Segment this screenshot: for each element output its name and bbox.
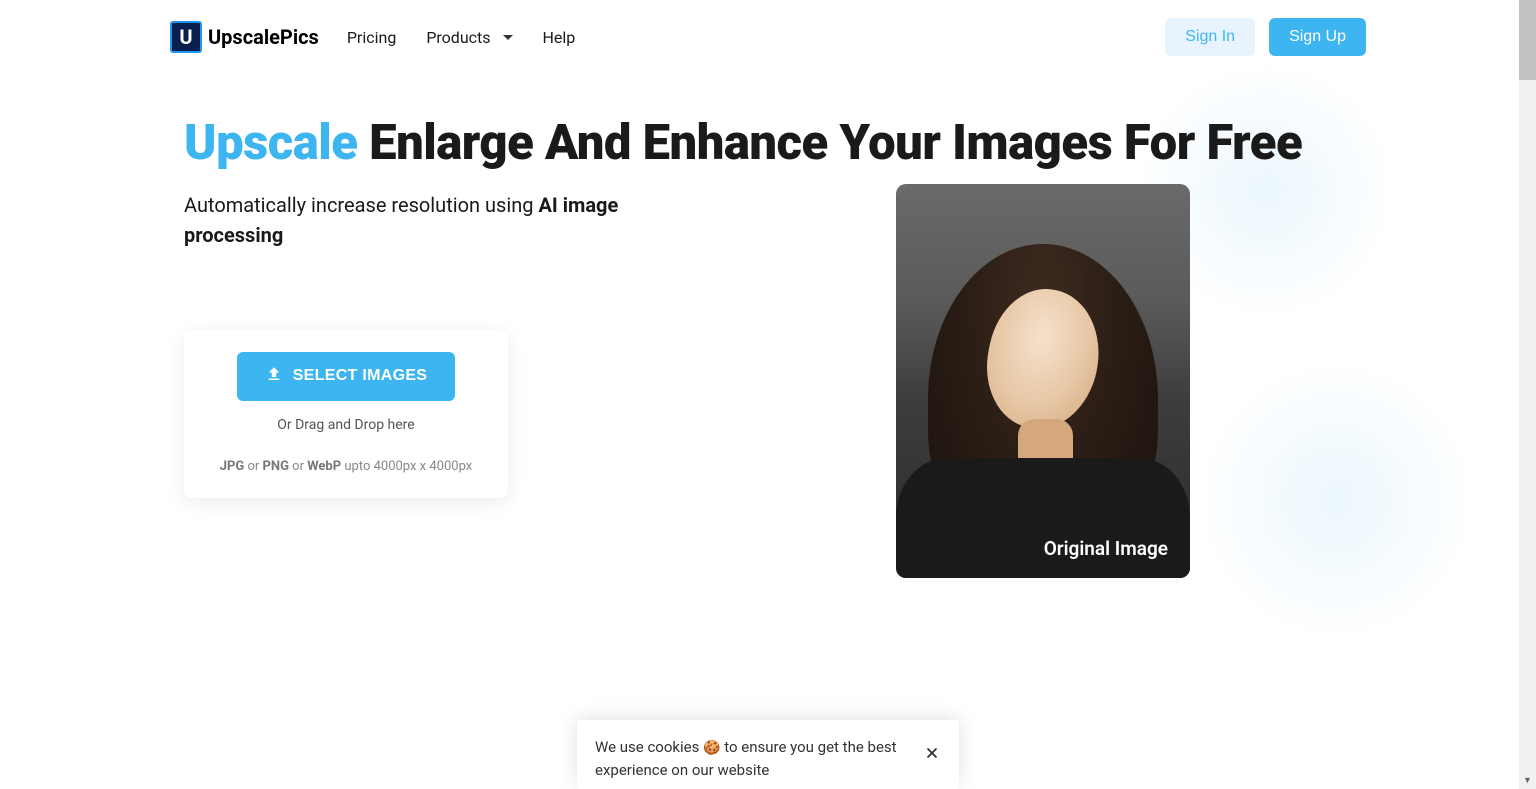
upload-hint: Or Drag and Drop here: [204, 417, 488, 433]
hero-subtitle: Automatically increase resolution using …: [184, 190, 634, 250]
sample-image-container: Original Image: [896, 184, 1190, 578]
hero-subtitle-prefix: Automatically increase resolution using: [184, 193, 538, 217]
sample-image-label: Original Image: [1044, 537, 1168, 560]
nav-products-label: Products: [426, 28, 490, 47]
scrollbar-down-icon[interactable]: ▼: [1519, 772, 1536, 789]
main-nav: Pricing Products Help: [347, 28, 575, 47]
select-images-button[interactable]: SELECT IMAGES: [237, 352, 456, 401]
upload-box[interactable]: SELECT IMAGES Or Drag and Drop here JPG …: [184, 330, 508, 498]
sample-image: Original Image: [896, 184, 1190, 578]
header: U UpscalePics Pricing Products Help Sign…: [0, 0, 1536, 74]
chevron-down-icon: [503, 35, 513, 40]
nav-help[interactable]: Help: [543, 28, 576, 47]
logo[interactable]: U UpscalePics: [170, 21, 319, 53]
upload-formats: JPG or PNG or WebP upto 4000px x 4000px: [204, 459, 488, 474]
scrollbar-thumb[interactable]: [1519, 0, 1536, 80]
nav-products[interactable]: Products: [426, 28, 512, 47]
cookie-close-button[interactable]: [923, 744, 941, 766]
select-images-label: SELECT IMAGES: [293, 367, 428, 385]
hero-title-rest: Enlarge And Enhance Your Images For Free: [357, 114, 1302, 171]
upload-icon: [265, 365, 283, 388]
cookie-banner: We use cookies 🍪 to ensure you get the b…: [577, 720, 959, 789]
cookie-text: We use cookies 🍪 to ensure you get the b…: [595, 736, 903, 782]
signin-button[interactable]: Sign In: [1165, 18, 1255, 56]
logo-icon: U: [170, 21, 202, 53]
logo-text: UpscalePics: [208, 25, 319, 49]
nav-pricing[interactable]: Pricing: [347, 28, 397, 47]
cookie-icon: 🍪: [703, 740, 720, 756]
main-content: Upscale Enlarge And Enhance Your Images …: [0, 74, 1536, 498]
hero-title: Upscale Enlarge And Enhance Your Images …: [184, 114, 1366, 172]
signup-button[interactable]: Sign Up: [1269, 18, 1366, 56]
hero-title-accent: Upscale: [184, 114, 357, 171]
